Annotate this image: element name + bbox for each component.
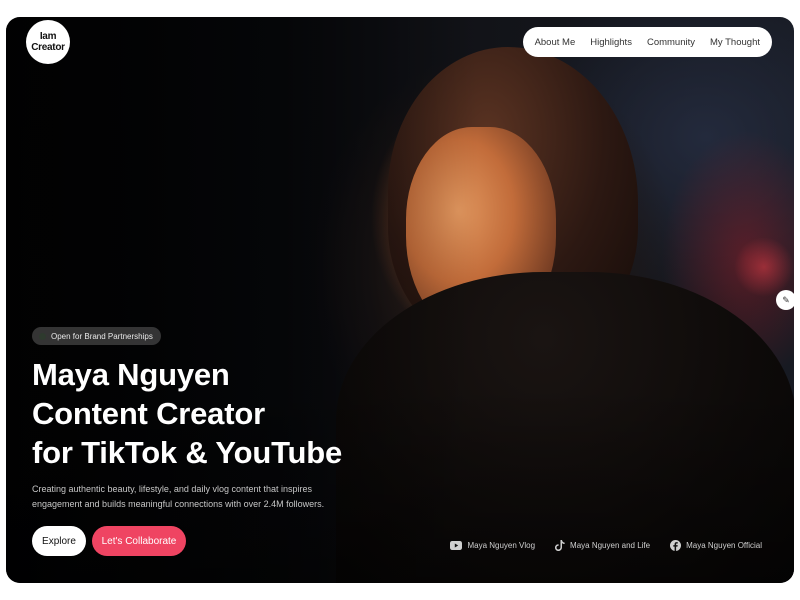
nav-item-my-thought[interactable]: My Thought [710, 37, 760, 48]
partnership-badge: Open for Brand Partnerships [32, 327, 161, 345]
facebook-icon [670, 540, 682, 551]
hero-title: Maya Nguyen Content Creator for TikTok &… [32, 355, 342, 472]
hero-title-line-1: Maya Nguyen [32, 357, 230, 392]
social-label-tiktok: Maya Nguyen and Life [570, 541, 651, 550]
tiktok-icon [555, 540, 565, 551]
explore-button[interactable]: Explore [32, 526, 86, 556]
youtube-icon [450, 541, 463, 550]
hero-title-line-2: Content Creator [32, 396, 265, 431]
site-logo[interactable]: Iam Creator [26, 20, 70, 64]
social-label-facebook: Maya Nguyen Official [686, 541, 762, 550]
social-link-facebook[interactable]: Maya Nguyen Official [670, 540, 762, 551]
social-label-youtube: Maya Nguyen Vlog [467, 541, 536, 550]
nav-item-highlights[interactable]: Highlights [590, 37, 632, 48]
social-links: Maya Nguyen Vlog Maya Nguyen and Life Ma… [450, 540, 762, 551]
social-link-youtube[interactable]: Maya Nguyen Vlog [450, 541, 535, 550]
collaborate-button[interactable]: Let's Collaborate [92, 526, 186, 556]
edit-button[interactable]: ✎ [776, 290, 794, 310]
nav-item-community[interactable]: Community [647, 37, 695, 48]
badge-label: Open for Brand Partnerships [51, 331, 153, 341]
nav-item-about-me[interactable]: About Me [535, 37, 576, 48]
hero-description: Creating authentic beauty, lifestyle, an… [32, 484, 325, 509]
status-dot-icon [39, 332, 46, 340]
pencil-icon: ✎ [782, 294, 790, 305]
hero-section: Iam Creator About Me Highlights Communit… [6, 17, 794, 583]
social-link-tiktok[interactable]: Maya Nguyen and Life [555, 540, 650, 551]
logo-line-2: Creator [31, 42, 65, 53]
top-navigation: About Me Highlights Community My Thought [522, 27, 772, 57]
logo-line-1: Iam [39, 31, 57, 42]
hero-title-line-3: for TikTok & YouTube [32, 435, 343, 470]
